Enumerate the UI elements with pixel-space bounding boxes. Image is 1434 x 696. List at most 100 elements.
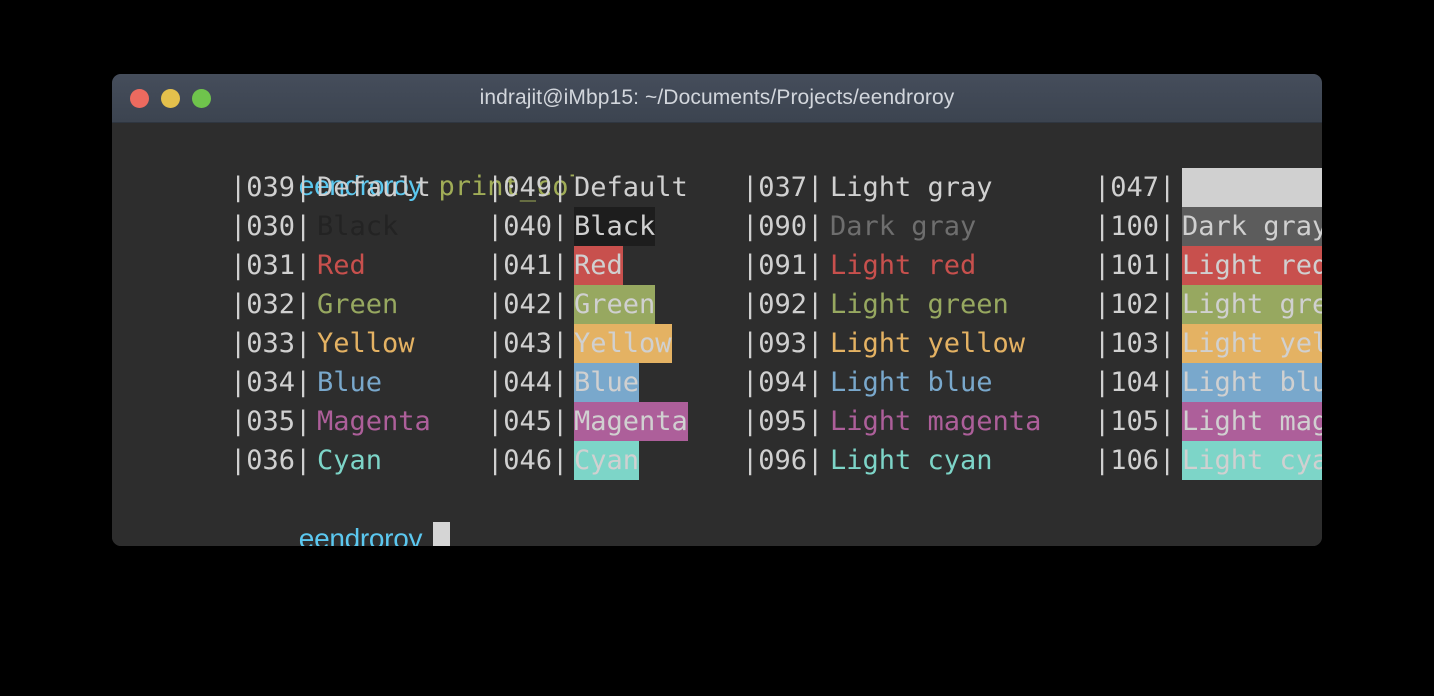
color-code: |104| <box>1094 367 1176 398</box>
color-sample: Light cyan <box>1182 441 1322 480</box>
color-sample: Dark gray <box>1182 207 1322 246</box>
color-sample: Red <box>317 246 366 285</box>
color-code: |092| <box>742 289 824 320</box>
color-code: |046| <box>487 445 569 476</box>
color-label: Blue <box>317 367 383 398</box>
color-code: |096| <box>742 445 824 476</box>
table-row: |032| Green |042| Green |092| Light green |102… <box>112 285 1322 324</box>
color-sample: Default <box>317 168 431 207</box>
color-label: Light red <box>1182 246 1322 285</box>
color-code: |043| <box>487 328 569 359</box>
color-sample: Light red <box>1182 246 1322 285</box>
color-label: Magenta <box>317 406 431 437</box>
color-sample: Yellow <box>317 324 415 363</box>
color-label: Cyan <box>317 445 383 476</box>
color-sample: Black <box>574 207 656 246</box>
color-code: |049| <box>487 172 569 203</box>
color-label: Cyan <box>574 441 640 480</box>
color-label: Yellow <box>317 328 415 359</box>
color-sample: Green <box>317 285 398 324</box>
color-sample: Magenta <box>574 402 688 441</box>
color-sample: Dark gray <box>830 207 976 246</box>
color-code: |091| <box>742 250 824 281</box>
color-code: |035| <box>230 406 312 437</box>
color-code: |032| <box>230 289 312 320</box>
color-label: Light green <box>1182 285 1322 324</box>
table-row: |035| Magenta |045| Magenta |095| Light magen… <box>112 402 1322 441</box>
color-code: |037| <box>742 172 824 203</box>
traffic-light-group <box>130 74 211 122</box>
terminal-window[interactable]: indrajit@iMbp15: ~/Documents/Projects/ee… <box>112 74 1322 546</box>
color-label: Light gray <box>1182 168 1322 207</box>
color-sample: Light magenta <box>1182 402 1322 441</box>
color-label: Green <box>317 289 399 320</box>
color-code: |041| <box>487 250 569 281</box>
terminal-screen[interactable]: eendroroy print_colors |039| Default |049|… <box>112 123 1322 546</box>
color-label: Light cyan <box>1182 441 1322 480</box>
color-label: Green <box>574 285 656 324</box>
text-cursor <box>433 522 451 546</box>
color-sample: Light green <box>1182 285 1322 324</box>
color-sample: Red <box>574 246 623 285</box>
color-label: Black <box>574 207 656 246</box>
color-sample: Black <box>317 207 398 246</box>
color-code: |095| <box>742 406 824 437</box>
color-sample: Green <box>574 285 656 324</box>
color-sample: Light red <box>830 246 976 285</box>
color-label: Black <box>317 211 399 242</box>
color-label: Light green <box>830 289 1009 320</box>
color-label: Light blue <box>1182 363 1322 402</box>
table-row: |039| Default |049| Default |037| Light gray |… <box>112 168 1322 207</box>
command-line: eendroroy print_colors <box>241 127 634 202</box>
color-code: |033| <box>230 328 312 359</box>
color-sample: Light magenta <box>830 402 1041 441</box>
color-sample: Light gray <box>1182 168 1322 207</box>
color-sample: Yellow <box>574 324 672 363</box>
maximize-button-icon[interactable] <box>192 88 211 108</box>
title-bar[interactable]: indrajit@iMbp15: ~/Documents/Projects/ee… <box>112 74 1322 123</box>
color-sample: Default <box>574 168 688 207</box>
color-label: Light cyan <box>830 445 993 476</box>
color-code: |106| <box>1094 445 1176 476</box>
color-sample: Light blue <box>1182 363 1322 402</box>
color-sample: Light blue <box>830 363 993 402</box>
color-code: |047| <box>1094 172 1176 203</box>
color-sample: Magenta <box>317 402 431 441</box>
color-label: Yellow <box>574 324 672 363</box>
color-code: |045| <box>487 406 569 437</box>
color-code: |034| <box>230 367 312 398</box>
color-code: |044| <box>487 367 569 398</box>
color-sample: Light yellow <box>830 324 1025 363</box>
color-label: Red <box>317 250 366 281</box>
color-label: Red <box>574 246 623 285</box>
color-code: |030| <box>230 211 312 242</box>
color-label: Magenta <box>574 402 688 441</box>
color-sample: Blue <box>317 363 382 402</box>
color-code: |031| <box>230 250 312 281</box>
color-code: |094| <box>742 367 824 398</box>
bottom-prompt-label: eendroroy <box>298 523 423 546</box>
color-label: Dark gray <box>830 211 977 242</box>
color-code: |040| <box>487 211 569 242</box>
color-code: |042| <box>487 289 569 320</box>
minimize-button-icon[interactable] <box>161 88 180 108</box>
table-row: |036| Cyan |046| Cyan |096| Light cyan |106| Li… <box>112 441 1322 480</box>
color-sample: Light cyan <box>830 441 993 480</box>
table-row: |034| Blue |044| Blue |094| Light blue |104| Li… <box>112 363 1322 402</box>
color-label: Light magenta <box>1182 402 1322 441</box>
color-label: Light red <box>830 250 977 281</box>
color-label: Light blue <box>830 367 993 398</box>
table-row: |030| Black |040| Black |090| Dark gray |100| D… <box>112 207 1322 246</box>
color-label: Light yellow <box>830 328 1026 359</box>
color-table: |039| Default |049| Default |037| Light gray |… <box>112 168 1322 480</box>
color-sample: Blue <box>574 363 640 402</box>
color-code: |036| <box>230 445 312 476</box>
table-row: |033| Yellow |043| Yellow |093| Light yellow |… <box>112 324 1322 363</box>
color-code: |101| <box>1094 250 1176 281</box>
color-label: Dark gray <box>1182 207 1322 246</box>
close-button-icon[interactable] <box>130 88 149 108</box>
color-code: |093| <box>742 328 824 359</box>
table-row: |031| Red |041| Red |091| Light red |101| Light… <box>112 246 1322 285</box>
color-code: |100| <box>1094 211 1176 242</box>
color-label: Light gray <box>830 172 993 203</box>
